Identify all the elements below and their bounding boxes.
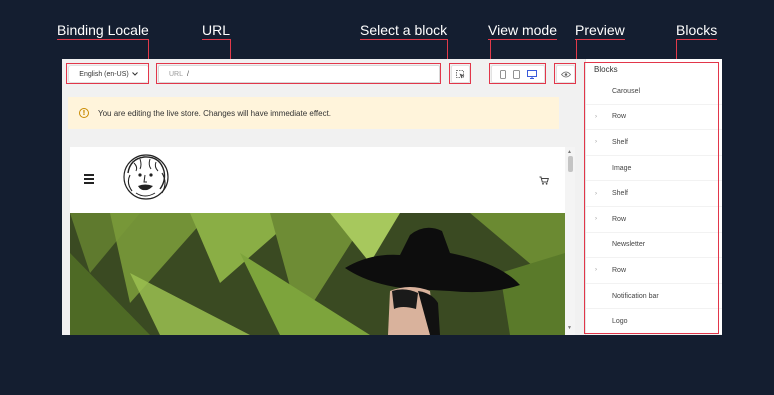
live-store-warning: ! You are editing the live store. Change… xyxy=(68,97,559,129)
callout-blocks: Blocks xyxy=(676,22,718,40)
callout-preview: Preview xyxy=(575,22,625,40)
hero-image xyxy=(70,213,565,335)
preview-scrollbar[interactable]: ▲ ▼ xyxy=(565,147,575,335)
cart-icon[interactable] xyxy=(539,176,549,185)
highlight-view-mode xyxy=(489,63,546,84)
store-logo[interactable] xyxy=(118,153,174,201)
highlight-select-block xyxy=(449,63,471,84)
store-preview-frame[interactable]: ▲ ▼ xyxy=(70,147,575,335)
highlight-url xyxy=(156,63,441,84)
scroll-up-icon[interactable]: ▲ xyxy=(567,149,572,155)
highlight-blocks xyxy=(584,62,719,334)
scroll-down-icon[interactable]: ▼ xyxy=(567,325,572,331)
highlight-locale xyxy=(66,63,149,84)
callout-select-block: Select a block xyxy=(360,22,448,40)
callout-view-mode: View mode xyxy=(488,22,558,40)
warning-text: You are editing the live store. Changes … xyxy=(98,108,332,118)
menu-icon[interactable] xyxy=(84,174,94,186)
highlight-preview xyxy=(554,63,576,84)
callout-binding-locale: Binding Locale xyxy=(57,22,149,40)
scrollbar-thumb[interactable] xyxy=(568,156,573,172)
callout-url: URL xyxy=(202,22,231,40)
warning-icon: ! xyxy=(79,108,89,118)
site-header xyxy=(70,147,565,213)
